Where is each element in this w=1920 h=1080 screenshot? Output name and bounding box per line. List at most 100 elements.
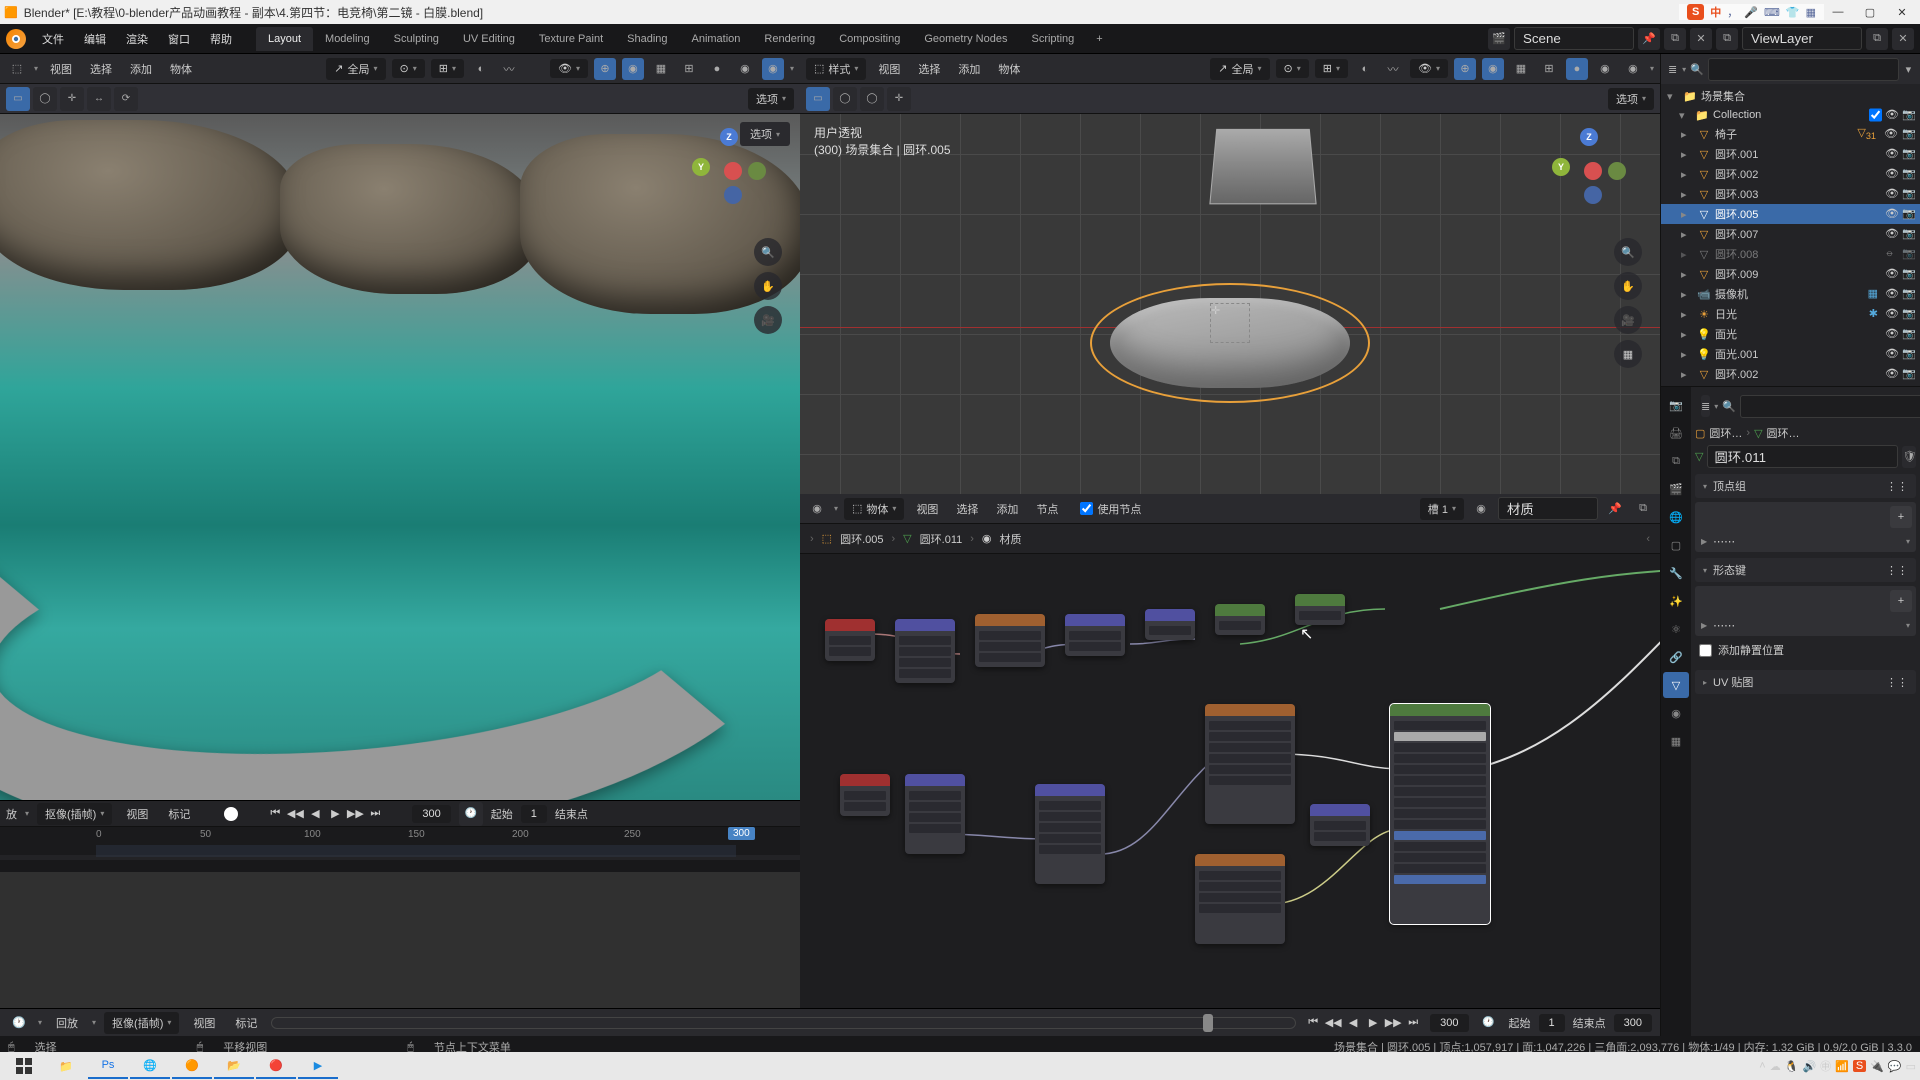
key-prev[interactable]: ◀◀	[286, 805, 304, 823]
vis2[interactable]: 👁▾	[1410, 59, 1448, 78]
jump-end[interactable]: ⏭	[366, 805, 384, 823]
prop-tab-mesh[interactable]: ▽	[1663, 672, 1689, 698]
tree-torus001[interactable]: ▸▽圆环.001👁📷	[1661, 144, 1920, 164]
node-principled[interactable]	[1390, 704, 1490, 924]
rendered2[interactable]: ◉	[1622, 58, 1644, 80]
tl-key-prev[interactable]: ◀◀	[1324, 1014, 1342, 1032]
vpmenu2-add[interactable]: 添加	[952, 61, 986, 77]
tree-camera[interactable]: ▸📹摄像机▦👁📷	[1661, 284, 1920, 304]
node-texcoord[interactable]	[825, 619, 875, 661]
nav-gizmo-2[interactable]: Z Y	[1550, 128, 1630, 208]
prop-tab-viewlayer[interactable]: ⧉	[1663, 448, 1689, 474]
tl-start-frame[interactable]: 1	[1539, 1014, 1565, 1032]
node-select[interactable]: 选择	[950, 501, 984, 517]
prop-tab-particles[interactable]: ✨	[1663, 588, 1689, 614]
crumb-expand[interactable]: ›	[810, 533, 814, 545]
prop-edit-icon[interactable]: ◐	[470, 58, 492, 80]
node-imgtex[interactable]	[975, 614, 1045, 667]
auto-key-toggle[interactable]	[224, 807, 238, 821]
ws-sculpting[interactable]: Sculpting	[382, 27, 451, 51]
current-frame[interactable]: 300	[412, 805, 450, 823]
timeline-editor-icon[interactable]: 🕐	[8, 1012, 30, 1034]
options-pill[interactable]: 选项▾	[740, 122, 790, 146]
hidden-icon[interactable]: ⦵	[1885, 247, 1899, 261]
outliner-search[interactable]	[1708, 58, 1899, 81]
shading-solid[interactable]: ●	[706, 58, 728, 80]
node-map2[interactable]	[905, 774, 965, 854]
copy-mat[interactable]: ⧉	[1632, 498, 1654, 520]
vpmenu-add[interactable]: 添加	[124, 61, 158, 77]
material-preview-icon[interactable]: ◉	[1470, 498, 1492, 520]
timeline-track[interactable]	[271, 1017, 1296, 1029]
add-shapekey-button[interactable]: +	[1890, 590, 1912, 612]
props-type-icon[interactable]: ≣	[1701, 395, 1710, 417]
task-photoshop[interactable]: Ps	[88, 1053, 128, 1079]
node-img2[interactable]	[1195, 854, 1285, 944]
tree-chair[interactable]: ▸▽椅子▽31👁📷	[1661, 124, 1920, 144]
dope-view[interactable]: 视图	[120, 806, 154, 822]
ws-uv[interactable]: UV Editing	[451, 27, 527, 51]
mesh-shield-icon[interactable]: 🛡	[1902, 446, 1916, 468]
vpmenu2-view[interactable]: 视图	[872, 61, 906, 77]
propedit2[interactable]: ◐	[1354, 58, 1376, 80]
dope-mark[interactable]: 标记	[162, 806, 196, 822]
node-mix1[interactable]	[1295, 594, 1345, 625]
menu-render[interactable]: 渲染	[116, 25, 158, 53]
vpmenu2-object[interactable]: 物体	[992, 61, 1026, 77]
ws-modeling[interactable]: Modeling	[313, 27, 382, 51]
visibility-dropdown[interactable]: 👁▾	[550, 59, 588, 78]
outliner-filter-icon[interactable]: ▾	[1903, 58, 1914, 80]
ws-scripting[interactable]: Scripting	[1019, 27, 1086, 51]
tl-playback[interactable]: 回放	[50, 1015, 84, 1031]
shading-matprev[interactable]: ◉	[734, 58, 756, 80]
tree-torus009[interactable]: ▸▽圆环.009👁📷	[1661, 264, 1920, 284]
start-frame[interactable]: 1	[521, 805, 547, 823]
orientation-dropdown[interactable]: ↗全局▾	[326, 58, 385, 80]
node-bump[interactable]	[1145, 609, 1195, 640]
shading-rendered[interactable]: ◉	[762, 58, 784, 80]
tl-clock-icon[interactable]: 🕐	[1477, 1011, 1501, 1035]
tree-arealight2[interactable]: ▸💡面光.001👁📷	[1661, 344, 1920, 364]
options-dropdown-left[interactable]: 选项▾	[748, 88, 794, 110]
prop-tab-physics[interactable]: ⚛	[1663, 616, 1689, 642]
tray-s-icon[interactable]: S	[1853, 1060, 1866, 1072]
render-icon[interactable]: 📷	[1902, 108, 1916, 122]
tool-move-icon[interactable]: ↔	[87, 87, 111, 111]
xray2[interactable]: ▦	[1510, 58, 1532, 80]
tray-net-icon[interactable]: 📶	[1835, 1060, 1849, 1073]
dope-mode[interactable]: 抠像(插帧)▾	[37, 803, 112, 825]
start-button[interactable]	[4, 1053, 44, 1079]
menu-edit[interactable]: 编辑	[74, 25, 116, 53]
prop-tab-texture[interactable]: ▦	[1663, 728, 1689, 754]
ws-animation[interactable]: Animation	[680, 27, 753, 51]
ws-shading[interactable]: Shading	[615, 27, 679, 51]
tray-cloud-icon[interactable]: ☁	[1770, 1060, 1781, 1073]
node-normal[interactable]	[1310, 804, 1370, 846]
task-blender[interactable]: 🟠	[172, 1053, 212, 1079]
tl-play-fwd[interactable]: ▶	[1364, 1014, 1382, 1032]
rest-pos-checkbox[interactable]: 添加静置位置	[1699, 642, 1912, 658]
node-add[interactable]: 添加	[990, 501, 1024, 517]
tree-torus008[interactable]: ▸▽圆环.008⦵📷	[1661, 244, 1920, 264]
nav2-zoom[interactable]: 🔍	[1614, 238, 1642, 266]
vpmenu2-select[interactable]: 选择	[912, 61, 946, 77]
tool-select-box[interactable]: ▭	[6, 87, 30, 111]
frame-ruler[interactable]: 0 50 100 150 200 250 300	[0, 827, 800, 855]
nav-cam-icon[interactable]: 🎥	[754, 306, 782, 334]
crumb-collapse[interactable]: ‹	[1646, 533, 1650, 545]
orientation2[interactable]: ↗全局▾	[1210, 58, 1269, 80]
panel-vertex-groups[interactable]: ▾顶点组⋮⋮	[1695, 474, 1916, 498]
panel-uv-maps[interactable]: ▸UV 贴图⋮⋮	[1695, 670, 1916, 694]
material-name[interactable]	[1498, 497, 1598, 520]
tree-torus003[interactable]: ▸▽圆环.003👁📷	[1661, 184, 1920, 204]
tree-root[interactable]: ▾📁场景集合	[1661, 86, 1920, 106]
ws-layout[interactable]: Layout	[256, 27, 313, 51]
node-node[interactable]: 节点	[1030, 501, 1064, 517]
tree-sun[interactable]: ▸☀日光✱👁📷	[1661, 304, 1920, 324]
mode-select[interactable]: ⬚样式▾	[806, 58, 866, 80]
gizmo2[interactable]: ⊕	[1454, 58, 1476, 80]
use-nodes-checkbox[interactable]: 使用节点	[1080, 501, 1141, 517]
tool2-lasso[interactable]: ◯	[860, 87, 884, 111]
close-button[interactable]: ✕	[1888, 6, 1916, 19]
prop-tab-output[interactable]: 🖨	[1663, 420, 1689, 446]
